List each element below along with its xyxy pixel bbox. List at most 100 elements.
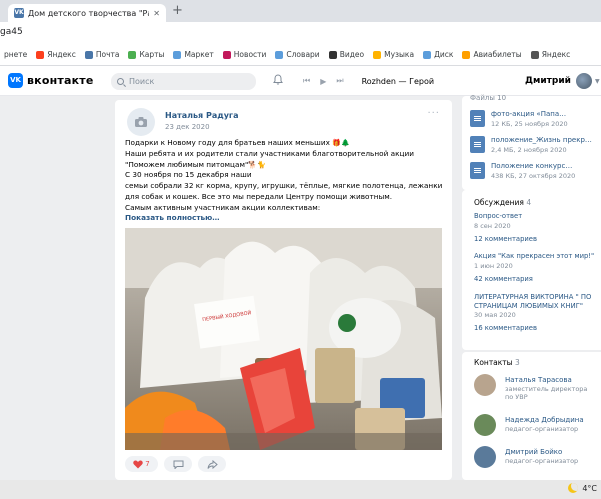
contact-name[interactable]: Надежда Добрыдина — [505, 416, 584, 424]
contact-name[interactable]: Дмитрий Бойко — [505, 448, 562, 456]
bookmark-icon — [373, 50, 382, 59]
contact-avatar[interactable] — [474, 446, 496, 468]
vk-logo[interactable]: VK вконтакте — [8, 73, 93, 88]
bookmark-item[interactable]: Яндекс — [36, 50, 76, 59]
discussions-header[interactable]: Обсуждения 4 — [474, 198, 531, 207]
browser-tab-bar: VK Дом детского творчества "Радуга" ✕ + — [0, 0, 601, 22]
contact-role: педагог-организатор — [505, 425, 579, 433]
tab-close-icon[interactable]: ✕ — [153, 9, 160, 18]
discussion-comments[interactable]: 16 комментариев — [474, 324, 598, 332]
pets-emoji-icon: 🐕🐈 — [248, 160, 266, 169]
bell-icon[interactable] — [273, 74, 283, 85]
weather-widget[interactable]: 4°C — [568, 483, 597, 493]
bookmark-item[interactable]: Музыка — [373, 50, 414, 59]
discussions-block: Обсуждения 4 Вопрос-ответ 8 сен 2020 12 … — [462, 190, 601, 350]
user-menu[interactable]: Дмитрий ▼ — [525, 73, 600, 89]
post-text: Подарки к Новому году для братьев наших … — [125, 138, 445, 214]
moon-icon — [568, 483, 579, 493]
wall-post: Наталья Радуга 23 дек 2020 ··· Подарки к… — [115, 100, 452, 480]
bookmark-item[interactable]: Маркет — [173, 50, 214, 59]
next-track-icon[interactable]: ⏭ — [336, 76, 343, 86]
bookmarks-bar: рнете Яндекс Почта Карты Маркет Новости Словар… — [0, 44, 601, 66]
bookmark-icon — [128, 50, 137, 59]
bookmark-label: Почта — [95, 50, 120, 59]
post-line: С 30 ноября по 15 декабря наши — [125, 170, 252, 180]
gift-emoji-icon: 🎁🌲 — [332, 139, 350, 147]
search-placeholder: Поиск — [129, 77, 155, 86]
bookmark-icon — [423, 50, 432, 59]
file-item[interactable]: фото-акция «Папа… 12 КБ, 25 ноября 2020 — [470, 108, 601, 134]
new-tab-button[interactable]: + — [172, 3, 183, 18]
bookmark-label: Музыка — [384, 50, 415, 59]
bookmark-item[interactable]: Карты — [128, 50, 164, 59]
camera-icon — [135, 117, 147, 127]
post-photo[interactable]: ПЕРВЫЙ ХОДОВОЙ — [125, 228, 442, 450]
bookmark-icon — [84, 50, 93, 59]
play-icon[interactable]: ▶ — [320, 77, 326, 86]
bookmark-label: Диск — [434, 50, 454, 59]
browser-tab[interactable]: VK Дом детского творчества "Радуга" ✕ — [8, 4, 166, 22]
bookmark-label: Новости — [233, 50, 267, 59]
file-item[interactable]: положение_Жизнь прекр… 2,4 МБ, 2 ноября … — [470, 134, 601, 160]
discussion-item[interactable]: Вопрос-ответ 8 сен 2020 12 комментариев — [474, 212, 598, 243]
chevron-down-icon: ▼ — [594, 77, 600, 85]
contact-item[interactable]: Надежда Добрыдина педагог-организатор — [474, 414, 599, 440]
bookmark-item[interactable]: Словари — [275, 50, 320, 59]
bookmark-icon — [173, 50, 182, 59]
document-icon — [470, 136, 485, 153]
share-button[interactable] — [198, 456, 226, 472]
discussion-title[interactable]: Акция "Как прекрасен этот мир!" — [474, 252, 598, 261]
discussion-comments[interactable]: 12 комментариев — [474, 235, 598, 243]
file-name: положение_Жизнь прекр… — [491, 136, 592, 144]
bookmark-label: Яндекс — [47, 50, 76, 59]
track-title[interactable]: Rozhden — Герой — [362, 77, 435, 86]
contacts-header[interactable]: Контакты 3 — [474, 358, 520, 367]
comment-button[interactable] — [164, 456, 192, 472]
bookmark-item[interactable]: Почта — [84, 50, 120, 59]
discussion-item[interactable]: Акция "Как прекрасен этот мир!" 1 июн 20… — [474, 252, 598, 283]
contact-avatar[interactable] — [474, 374, 496, 396]
address-text[interactable]: ga45 — [0, 27, 23, 37]
post-line: Подарки к Новому году для братьев наших … — [125, 138, 330, 147]
contact-item[interactable]: Наталья Тарасова заместитель директора п… — [474, 374, 599, 401]
bookmark-item[interactable]: Авиабилеты — [462, 50, 522, 59]
bookmark-item[interactable]: Новости — [222, 50, 267, 59]
heart-icon — [133, 460, 143, 468]
like-button[interactable]: 7 — [125, 456, 158, 472]
bookmark-icon — [36, 50, 45, 59]
show-more-link[interactable]: Показать полностью… — [125, 213, 220, 222]
contact-name[interactable]: Наталья Тарасова — [505, 376, 572, 384]
post-date[interactable]: 23 дек 2020 — [165, 123, 210, 131]
file-item[interactable]: Положение конкурс… 438 КБ, 27 октября 20… — [470, 160, 601, 186]
bookmark-item[interactable]: Видео — [328, 50, 364, 59]
discussion-title[interactable]: Вопрос-ответ — [474, 212, 598, 221]
bookmark-item[interactable]: рнете — [4, 50, 27, 59]
files-header[interactable]: Файлы 10 — [470, 94, 506, 102]
bookmark-icon — [462, 50, 471, 59]
prev-track-icon[interactable]: ⏮ — [303, 76, 310, 86]
share-icon — [207, 459, 218, 469]
weather-temp: 4°C — [582, 483, 597, 493]
post-author-avatar[interactable] — [127, 108, 155, 136]
vk-logo-icon: VK — [8, 73, 23, 88]
discussion-title[interactable]: ЛИТЕРАТУРНАЯ ВИКТОРИНА " ПО СТРАНИЦАМ ЛЮ… — [474, 293, 598, 310]
bookmark-item[interactable]: Диск — [423, 50, 453, 59]
contact-avatar[interactable] — [474, 414, 496, 436]
bookmark-label: Словари — [286, 50, 320, 59]
discussion-comments[interactable]: 42 комментария — [474, 275, 598, 283]
post-actions: 7 — [125, 456, 232, 472]
contact-item[interactable]: Дмитрий Бойко педагог-организатор — [474, 446, 599, 472]
address-bar[interactable]: ga45 — [0, 22, 601, 44]
discussion-item[interactable]: ЛИТЕРАТУРНАЯ ВИКТОРИНА " ПО СТРАНИЦАМ ЛЮ… — [474, 293, 598, 332]
post-menu-icon[interactable]: ··· — [427, 108, 440, 119]
os-taskbar: 4°C — [0, 480, 601, 499]
user-avatar — [575, 73, 592, 89]
bookmark-icon — [530, 50, 539, 59]
post-author[interactable]: Наталья Радуга — [165, 111, 238, 120]
user-name: Дмитрий — [525, 76, 571, 86]
search-input[interactable]: Поиск — [111, 73, 256, 90]
vk-logo-text: вконтакте — [27, 74, 94, 87]
bookmark-item[interactable]: Яндекс — [530, 50, 570, 59]
bookmark-label: Маркет — [184, 50, 214, 59]
bookmark-icon — [222, 50, 231, 59]
